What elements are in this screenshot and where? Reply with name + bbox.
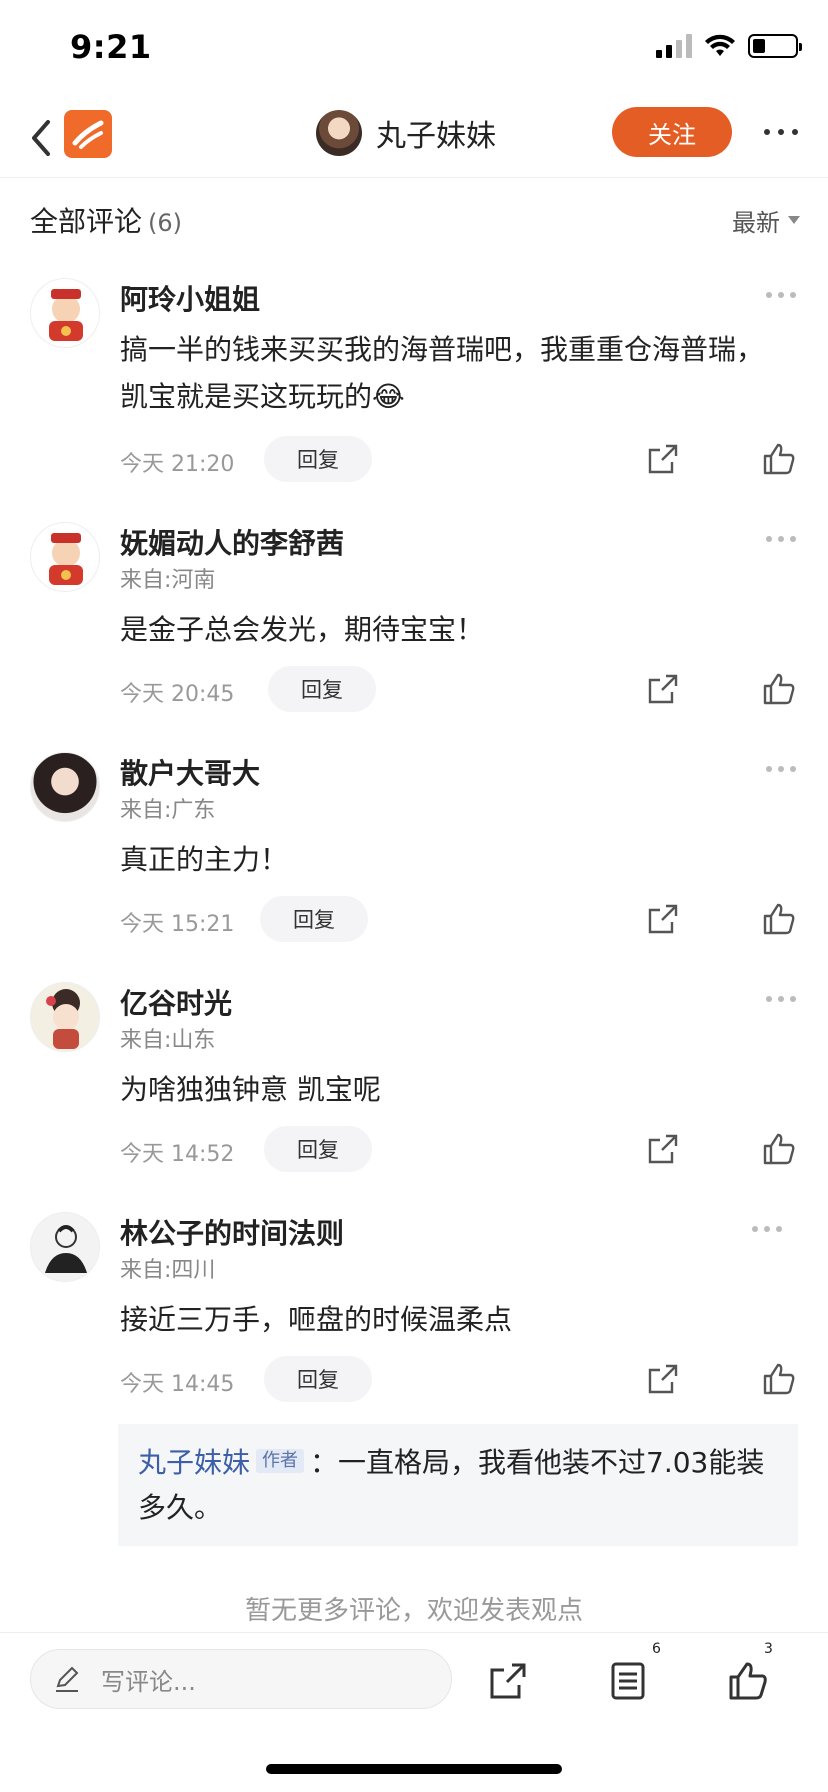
comment-author-name[interactable]: 亿谷时光: [120, 982, 232, 1022]
comment-text: 真正的主力！: [120, 843, 289, 876]
share-icon[interactable]: [646, 1132, 680, 1166]
share-icon[interactable]: [488, 1661, 528, 1701]
comments-title-group: 全部评论 (6): [30, 200, 182, 240]
status-icons: [656, 34, 802, 58]
comments-header: 全部评论 (6) 最新: [30, 200, 800, 240]
comment-author-name[interactable]: 林公子的时间法则: [120, 1212, 344, 1252]
comment-time: 今天 14:45: [120, 1372, 235, 1397]
author-avatar[interactable]: [316, 110, 362, 156]
author-badge: 作者: [256, 1449, 305, 1473]
more-options-icon[interactable]: [764, 122, 798, 142]
cellular-signal-icon: [656, 34, 692, 58]
comment-item: 阿玲小姐姐 搞一半的钱来买买我的海普瑞吧，我重重仓海普瑞，凯宝就是买这玩玩的😂 …: [0, 278, 828, 488]
comment-author-name[interactable]: 散户大哥大: [120, 752, 260, 792]
bottom-action-bar: 写评论... 6 3: [0, 1632, 828, 1732]
share-icon[interactable]: [646, 672, 680, 706]
comments-count: (6): [148, 209, 183, 237]
like-icon[interactable]: [762, 442, 796, 476]
comment-more-icon[interactable]: [766, 292, 796, 300]
comment-more-icon[interactable]: [752, 1226, 782, 1234]
reply-button[interactable]: 回复: [264, 436, 372, 482]
comments-list-icon[interactable]: [608, 1661, 648, 1701]
comment-more-icon[interactable]: [766, 766, 796, 774]
home-indicator: [266, 1764, 562, 1774]
no-more-comments-text: 暂无更多评论，欢迎发表观点: [244, 1596, 583, 1626]
sort-dropdown[interactable]: 最新: [732, 203, 800, 238]
follow-button[interactable]: 关注: [612, 107, 732, 157]
share-icon[interactable]: [646, 442, 680, 476]
likes-count-badge: 3: [764, 1641, 773, 1657]
comment-text: 搞一半的钱来买买我的海普瑞吧，我重重仓海普瑞，凯宝就是买这玩玩的😂: [120, 333, 765, 413]
like-icon[interactable]: [728, 1661, 768, 1701]
comment-text: 为啥独独钟意 凯宝呢: [120, 1073, 381, 1106]
comment-author-name[interactable]: 妩媚动人的李舒茜: [120, 522, 344, 562]
comment-item: 亿谷时光 来自:山东 为啥独独钟意 凯宝呢 今天 14:52 回复: [0, 982, 828, 1182]
share-icon[interactable]: [646, 902, 680, 936]
reply-button[interactable]: 回复: [264, 1126, 372, 1172]
comment-input[interactable]: 写评论...: [30, 1649, 452, 1709]
share-icon[interactable]: [646, 1362, 680, 1396]
cartoon-girl-avatar[interactable]: [30, 982, 100, 1052]
author-reply[interactable]: 丸子妹妹 作者 ：一直格局，我看他装不过7.03能装多久。: [118, 1424, 798, 1546]
comment-text: 接近三万手，咂盘的时候温柔点: [120, 1303, 513, 1336]
woman-photo-avatar[interactable]: [30, 752, 100, 822]
comments-count-badge: 6: [652, 1641, 661, 1657]
comment-location: 来自:河南: [120, 568, 216, 593]
status-bar: 9:21: [0, 0, 828, 100]
comment-location: 来自:四川: [120, 1258, 216, 1283]
caishen-avatar[interactable]: [30, 278, 100, 348]
reply-button[interactable]: 回复: [268, 666, 376, 712]
comment-item: 林公子的时间法则 来自:四川 接近三万手，咂盘的时候温柔点 今天 14:45 回…: [0, 1212, 828, 1412]
comment-item: 散户大哥大 来自:广东 真正的主力！ 今天 15:21 回复: [0, 752, 828, 952]
top-navigation-bar: 丸子妹妹 关注: [0, 100, 828, 178]
author-reply-name[interactable]: 丸子妹妹: [138, 1446, 250, 1479]
comment-time: 今天 15:21: [120, 912, 235, 937]
pencil-icon: [56, 1666, 79, 1692]
sort-label: 最新: [732, 208, 780, 237]
app-logo-icon[interactable]: [64, 110, 112, 158]
battery-level: [753, 39, 765, 53]
comment-input-placeholder: 写评论...: [101, 1667, 196, 1696]
comment-more-icon[interactable]: [766, 996, 796, 1004]
comment-time: 今天 14:52: [120, 1142, 235, 1167]
comment-time: 今天 21:20: [120, 452, 235, 477]
reply-button[interactable]: 回复: [260, 896, 368, 942]
sketch-avatar[interactable]: [30, 1212, 100, 1282]
caishen-avatar[interactable]: [30, 522, 100, 592]
like-icon[interactable]: [762, 1362, 796, 1396]
comments-title: 全部评论: [30, 205, 143, 238]
comment-item: 妩媚动人的李舒茜 来自:河南 是金子总会发光，期待宝宝！ 今天 20:45 回复: [0, 522, 828, 722]
comment-text: 是金子总会发光，期待宝宝！: [120, 613, 485, 646]
author-reply-separator: ：: [310, 1446, 339, 1479]
comment-author-name[interactable]: 阿玲小姐姐: [120, 278, 260, 318]
author-info[interactable]: 丸子妹妹: [316, 108, 496, 158]
comment-more-icon[interactable]: [766, 536, 796, 544]
wifi-icon: [705, 34, 735, 56]
author-name[interactable]: 丸子妹妹: [376, 111, 496, 155]
like-icon[interactable]: [762, 902, 796, 936]
back-arrow-icon[interactable]: [26, 116, 56, 160]
like-icon[interactable]: [762, 672, 796, 706]
caret-down-icon: [788, 216, 800, 224]
comment-location: 来自:广东: [120, 798, 216, 823]
status-time: 9:21: [70, 28, 152, 66]
battery-icon: [748, 34, 802, 58]
comment-location: 来自:山东: [120, 1028, 216, 1053]
reply-button[interactable]: 回复: [264, 1356, 372, 1402]
comment-time: 今天 20:45: [120, 682, 235, 707]
like-icon[interactable]: [762, 1132, 796, 1166]
